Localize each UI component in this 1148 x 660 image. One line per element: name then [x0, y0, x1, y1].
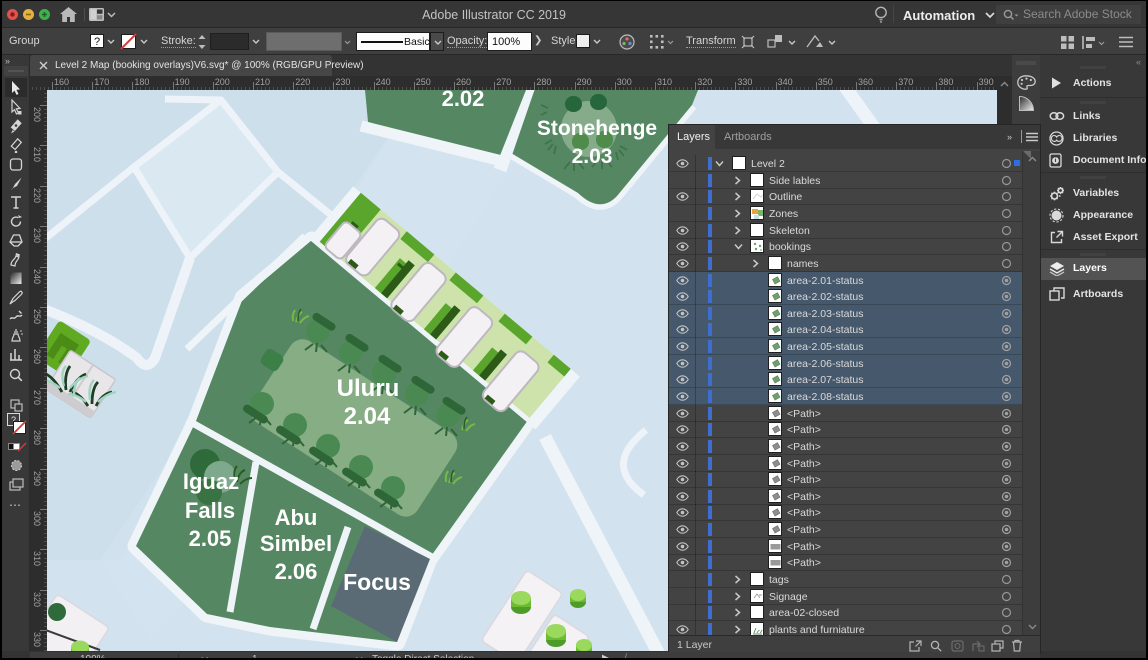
svg-text:Focus: Focus	[343, 569, 411, 595]
svg-text:2.04: 2.04	[344, 403, 391, 430]
svg-text:Iguaz: Iguaz	[183, 469, 239, 494]
svg-text:2.03: 2.03	[572, 145, 613, 168]
svg-text:Stonehenge: Stonehenge	[537, 117, 657, 140]
svg-text:2.06: 2.06	[275, 559, 318, 584]
svg-text:2.05: 2.05	[189, 526, 232, 551]
svg-text:2.02: 2.02	[442, 90, 485, 111]
svg-text:Simbel: Simbel	[260, 531, 332, 556]
svg-text:Falls: Falls	[185, 498, 235, 523]
svg-text:Abu: Abu	[275, 505, 318, 530]
svg-text:Uluru: Uluru	[337, 375, 400, 402]
